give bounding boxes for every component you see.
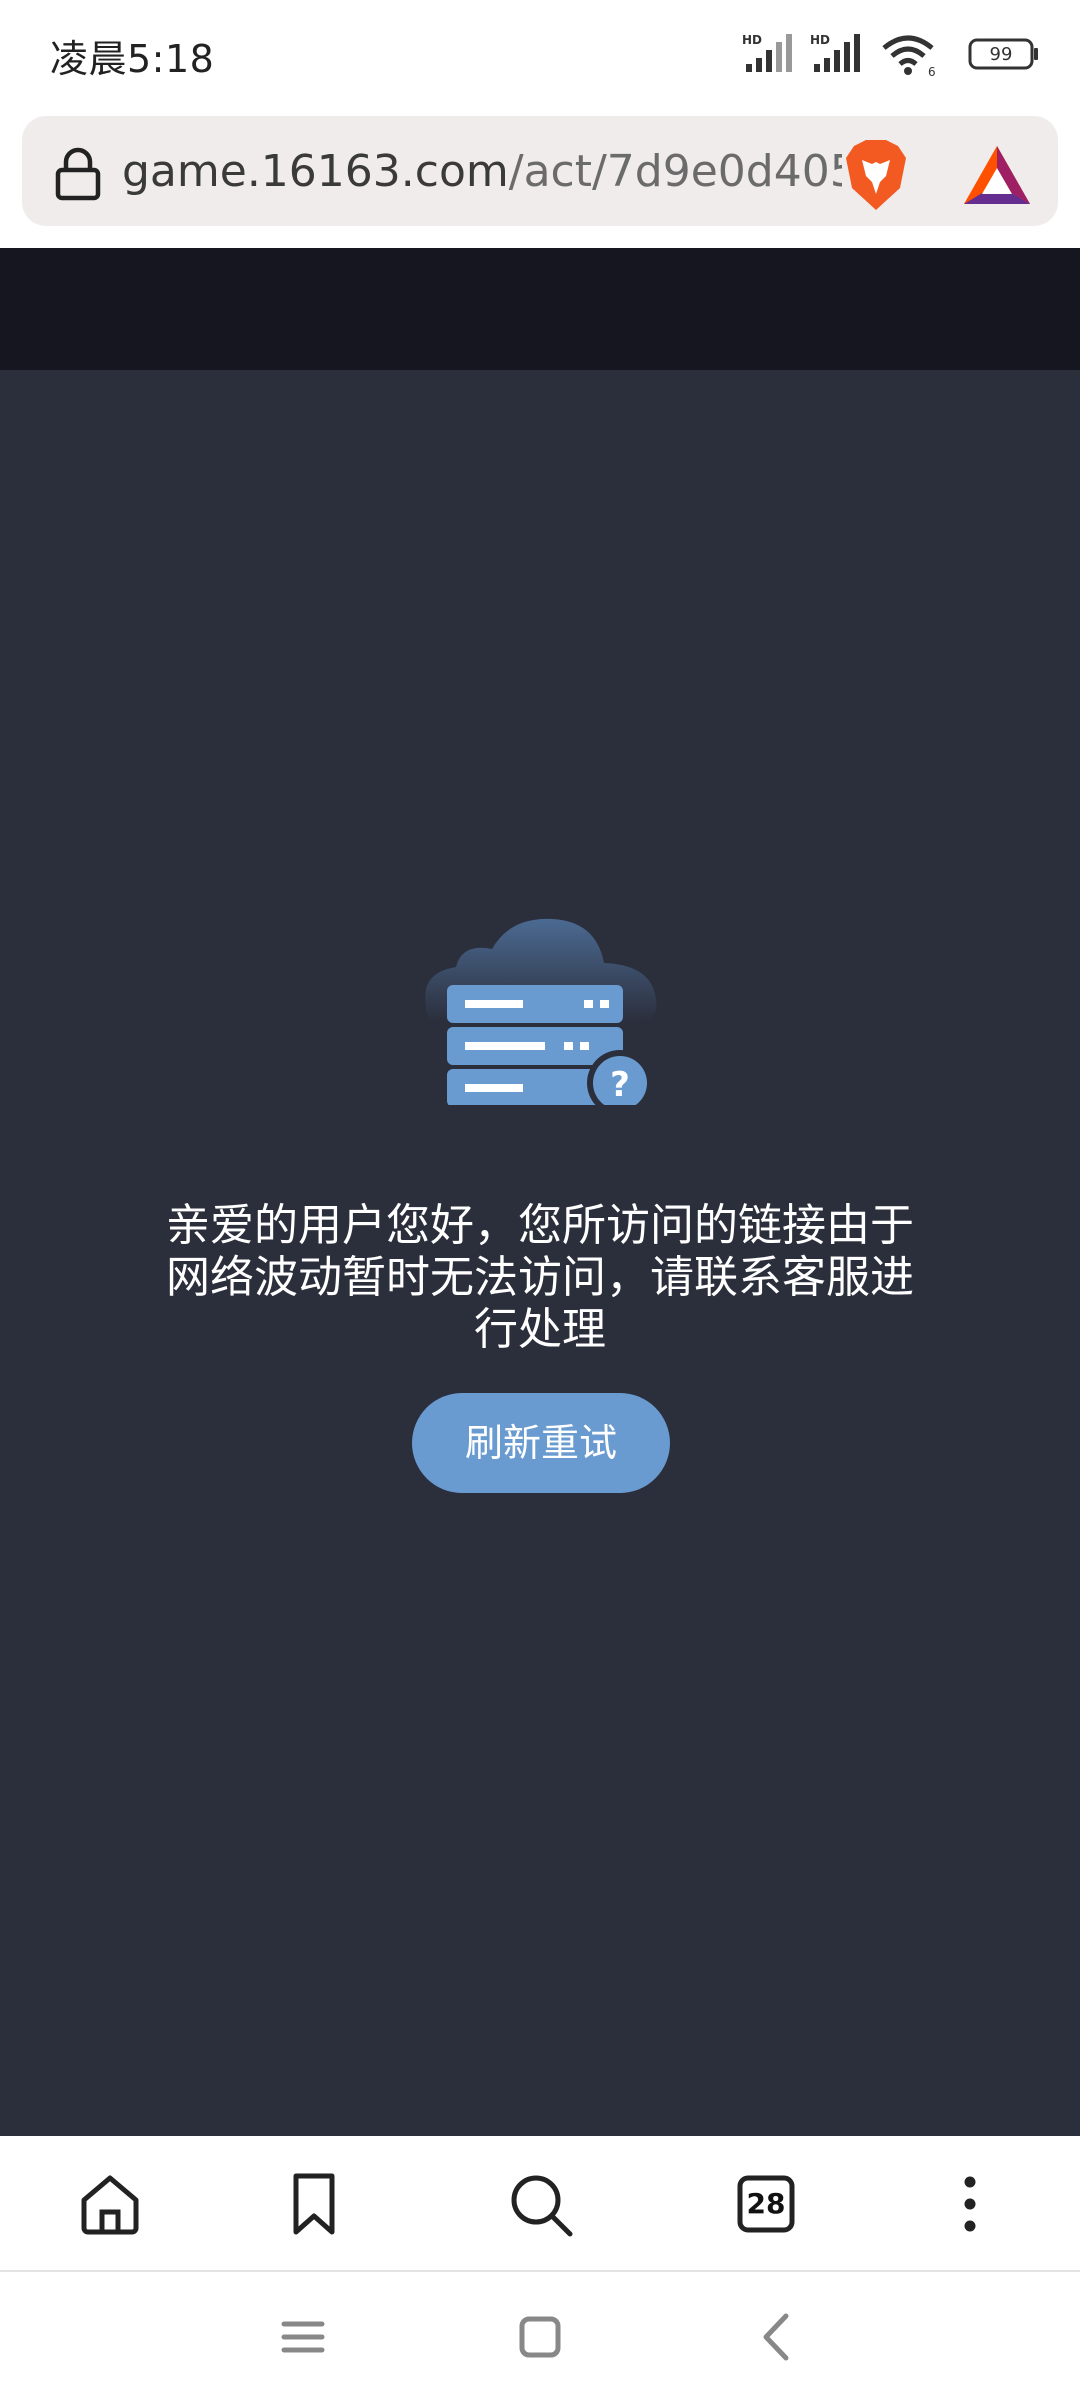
browser-toolbar: 28 bbox=[0, 2136, 1080, 2270]
signal-1-icon: HD bbox=[742, 33, 792, 72]
home-square-icon[interactable] bbox=[505, 2302, 575, 2372]
wifi-sub-label: 6 bbox=[928, 65, 936, 78]
address-bar[interactable]: game.16163.com/act/7d9e0d4051 bbox=[22, 116, 1058, 226]
search-button[interactable] bbox=[500, 2164, 580, 2244]
battery-level: 99 bbox=[990, 44, 1013, 65]
bookmark-icon bbox=[293, 2173, 335, 2235]
system-nav-bar bbox=[0, 2272, 1080, 2400]
url-text[interactable]: game.16163.com/act/7d9e0d4051 bbox=[122, 146, 842, 197]
url-path: /act/7d9e0d4051 bbox=[508, 146, 842, 197]
bookmarks-button[interactable] bbox=[274, 2164, 354, 2244]
back-arrow-icon[interactable] bbox=[742, 2302, 812, 2372]
more-vertical-icon bbox=[964, 2176, 976, 2232]
home-button[interactable] bbox=[70, 2164, 150, 2244]
home-icon bbox=[81, 2175, 139, 2235]
url-host: game.16163.com bbox=[122, 146, 509, 197]
status-time: 凌晨5:18 bbox=[50, 37, 215, 81]
screen: 凌晨5:18 HD HD 6 99 game.16163.com/act/7d9… bbox=[0, 0, 1080, 2400]
brave-shields-icon[interactable] bbox=[842, 138, 910, 212]
page-header-band bbox=[0, 248, 1080, 370]
search-icon bbox=[511, 2175, 573, 2237]
page-content: ? 亲爱的用户您好，您所访问的链接由于网络波动暂时无法访问，请联系客服进行处理 … bbox=[0, 370, 1080, 2136]
status-bar: 凌晨5:18 HD HD 6 99 bbox=[0, 0, 1080, 108]
lock-icon[interactable] bbox=[52, 146, 104, 202]
menu-button[interactable] bbox=[930, 2164, 1010, 2244]
server-error-icon: ? bbox=[425, 918, 657, 1105]
error-message: 亲爱的用户您好，您所访问的链接由于网络波动暂时无法访问，请联系客服进行处理 bbox=[166, 1200, 914, 1355]
address-bar-area: game.16163.com/act/7d9e0d4051 bbox=[0, 108, 1080, 248]
svg-text:?: ? bbox=[610, 1065, 630, 1105]
signal-2-icon: HD bbox=[810, 33, 860, 72]
retry-button[interactable]: 刷新重试 bbox=[412, 1393, 670, 1493]
recents-menu-icon[interactable] bbox=[268, 2302, 338, 2372]
brave-rewards-icon[interactable] bbox=[962, 144, 1032, 208]
signal-2-label: HD bbox=[810, 33, 830, 47]
wifi-icon: 6 bbox=[882, 35, 936, 78]
battery-icon: 99 bbox=[968, 38, 1038, 70]
signal-1-label: HD bbox=[742, 33, 762, 47]
tab-count: 28 bbox=[746, 2187, 786, 2220]
tabs-button[interactable]: 28 bbox=[726, 2164, 806, 2244]
